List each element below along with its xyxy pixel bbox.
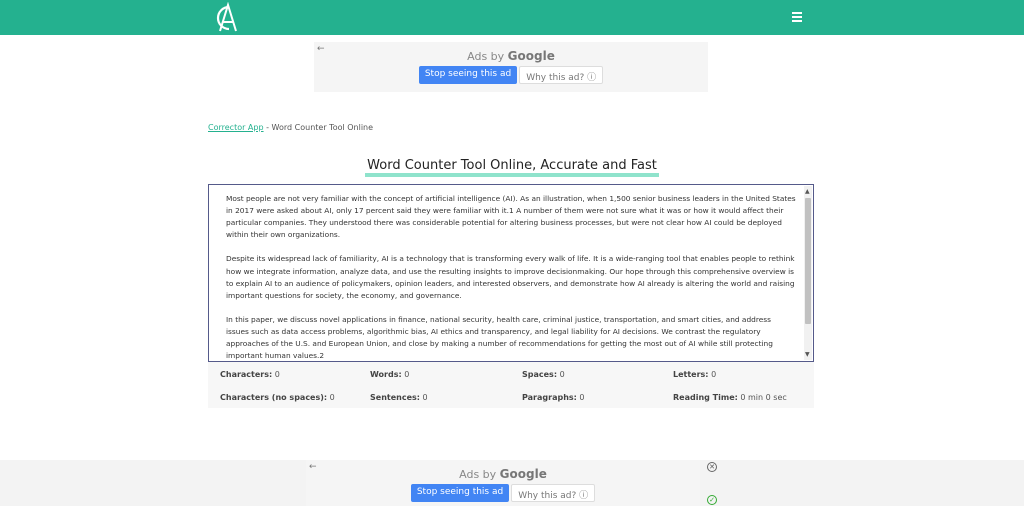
breadcrumb: Corrector App - Word Counter Tool Online bbox=[208, 123, 374, 132]
ads-by-google: Ads by Google bbox=[459, 467, 547, 481]
top-navbar bbox=[0, 0, 1024, 35]
stop-seeing-ad-button[interactable]: Stop seeing this ad bbox=[410, 484, 510, 502]
breadcrumb-home-link[interactable]: Corrector App bbox=[208, 123, 264, 132]
ads-by-google: Ads by Google bbox=[467, 49, 555, 63]
ad-choices-icon[interactable]: ✓ bbox=[707, 495, 717, 505]
editor-paragraph: In this paper, we discuss novel applicat… bbox=[226, 314, 773, 361]
editor-scrollbar[interactable]: ▲ ▼ bbox=[804, 186, 812, 360]
why-this-ad-button[interactable]: Why this ad? ⓘ bbox=[511, 484, 596, 502]
stat-words: Words: 0 bbox=[370, 370, 410, 379]
editor-content[interactable]: Most people are not very familiar with t… bbox=[226, 193, 796, 361]
ad-banner-top: ← Ads by Google Stop seeing this ad Why … bbox=[314, 42, 708, 92]
hamburger-menu-icon[interactable] bbox=[790, 10, 804, 24]
stat-reading-time: Reading Time: 0 min 0 sec bbox=[673, 393, 787, 402]
logo-icon bbox=[216, 1, 237, 32]
why-this-ad-button[interactable]: Why this ad? ⓘ bbox=[519, 66, 604, 84]
scroll-down-arrow-icon[interactable]: ▼ bbox=[805, 351, 810, 358]
stat-paragraphs: Paragraphs: 0 bbox=[522, 393, 585, 402]
ad-bottom-inner: ← Ads by Google Stop seeing this ad Why … bbox=[306, 460, 700, 506]
stop-seeing-ad-button[interactable]: Stop seeing this ad bbox=[418, 66, 518, 84]
corrector-app-logo[interactable] bbox=[209, 1, 243, 34]
statistics-panel: Characters: 0 Words: 0 Spaces: 0 Letters… bbox=[208, 362, 814, 408]
stat-letters: Letters: 0 bbox=[673, 370, 717, 379]
text-input-area[interactable]: Most people are not very familiar with t… bbox=[208, 184, 814, 362]
stat-spaces: Spaces: 0 bbox=[522, 370, 565, 379]
stat-sentences: Sentences: 0 bbox=[370, 393, 428, 402]
page-title: Word Counter Tool Online, Accurate and F… bbox=[0, 154, 1024, 177]
stat-characters-no-spaces: Characters (no spaces): 0 bbox=[220, 393, 335, 402]
scrollbar-thumb[interactable] bbox=[805, 198, 811, 324]
breadcrumb-current: Word Counter Tool Online bbox=[271, 123, 374, 132]
editor-paragraph: Despite its widespread lack of familiari… bbox=[226, 254, 795, 300]
ad-close-icon[interactable]: ✕ bbox=[707, 462, 717, 472]
stat-characters: Characters: 0 bbox=[220, 370, 280, 379]
scroll-up-arrow-icon[interactable]: ▲ bbox=[805, 188, 810, 195]
ad-banner-bottom: ← Ads by Google Stop seeing this ad Why … bbox=[0, 460, 1024, 506]
editor-paragraph: Most people are not very familiar with t… bbox=[226, 194, 796, 240]
